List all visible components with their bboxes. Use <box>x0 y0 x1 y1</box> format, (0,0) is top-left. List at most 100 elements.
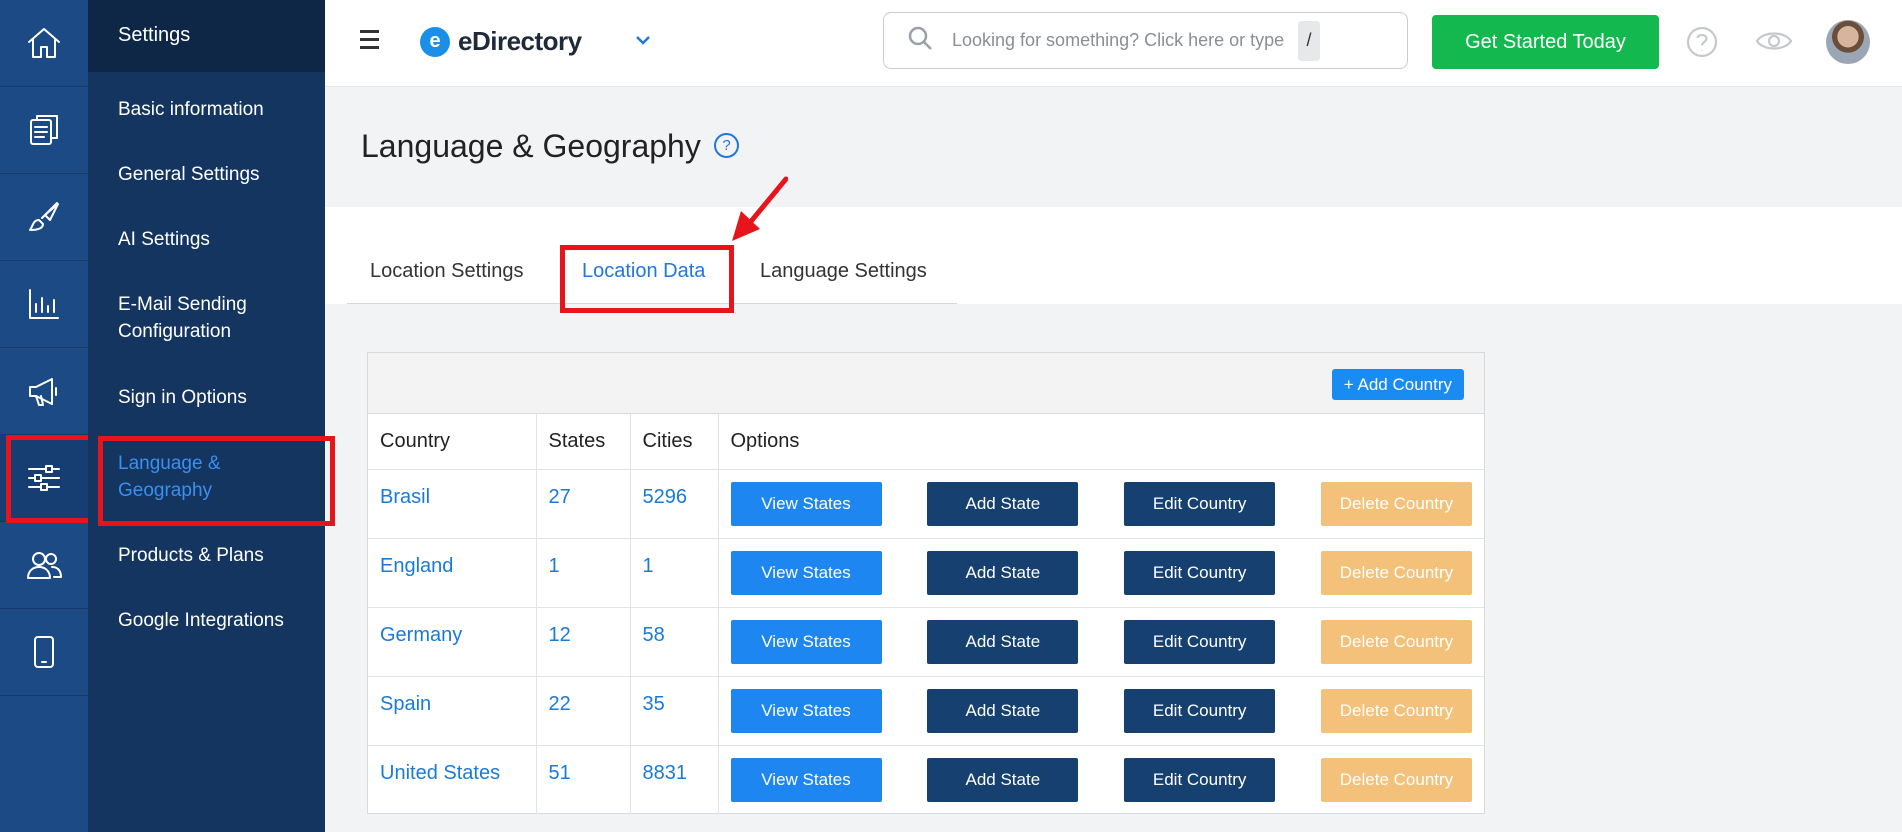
sidebar-item-general-settings[interactable]: General Settings <box>88 161 325 188</box>
delete-country-button[interactable]: Delete Country <box>1320 757 1472 802</box>
search-shortcut-key: / <box>1298 20 1320 61</box>
icon-rail <box>0 0 95 832</box>
rail-item-reports[interactable] <box>0 261 88 348</box>
sidebar-item-sign-in-options[interactable]: Sign in Options <box>88 384 325 411</box>
add-state-button[interactable]: Add State <box>927 757 1079 802</box>
options-cell: View States Add State Edit Country Delet… <box>718 469 1484 539</box>
documents-icon <box>30 115 58 145</box>
rail-item-design[interactable] <box>0 174 88 261</box>
delete-country-button[interactable]: Delete Country <box>1320 481 1472 526</box>
delete-country-button[interactable]: Delete Country <box>1320 619 1472 664</box>
page-help-icon[interactable]: ? <box>714 133 739 158</box>
states-count-link[interactable]: 27 <box>536 469 631 539</box>
tab-language-settings[interactable]: Language Settings <box>760 260 927 283</box>
column-header-country: Country <box>368 414 537 470</box>
country-name-link[interactable]: Brasil <box>368 469 537 539</box>
sidebar-item-google-integrations[interactable]: Google Integrations <box>88 607 325 634</box>
table-row: Brasil 27 5296 View States Add State Edi… <box>368 469 1484 539</box>
brush-icon <box>29 202 59 231</box>
cities-count-link[interactable]: 35 <box>630 676 719 746</box>
country-name-link[interactable]: Germany <box>368 607 537 677</box>
tab-location-settings[interactable]: Location Settings <box>370 260 523 283</box>
country-name-link[interactable]: Spain <box>368 676 537 746</box>
delete-country-button[interactable]: Delete Country <box>1320 688 1472 733</box>
delete-country-button[interactable]: Delete Country <box>1320 550 1472 595</box>
table-row: England 1 1 View States Add State Edit C… <box>368 538 1484 608</box>
view-states-button[interactable]: View States <box>730 481 882 526</box>
add-state-button[interactable]: Add State <box>927 481 1079 526</box>
table-row: United States 51 8831 View States Add St… <box>368 745 1484 814</box>
view-states-button[interactable]: View States <box>730 619 882 664</box>
column-header-states: States <box>536 414 631 470</box>
table-header-row: Country States Cities Options <box>368 414 1484 470</box>
edit-country-button[interactable]: Edit Country <box>1124 757 1276 802</box>
mobile-icon <box>34 636 54 668</box>
home-icon <box>28 28 60 58</box>
country-name-link[interactable]: United States <box>368 745 537 814</box>
sidebar-item-products-plans[interactable]: Products & Plans <box>88 542 325 569</box>
rail-item-promote[interactable] <box>0 348 88 435</box>
search-icon <box>906 24 934 57</box>
view-states-button[interactable]: View States <box>730 550 882 595</box>
logo-badge: e <box>420 26 450 57</box>
chart-icon <box>29 289 59 319</box>
edit-country-button[interactable]: Edit Country <box>1124 619 1276 664</box>
cities-count-link[interactable]: 5296 <box>630 469 719 539</box>
preview-eye-icon[interactable] <box>1755 27 1793 60</box>
sidebar-item-email-sending[interactable]: E-Mail Sending Configuration <box>88 291 288 345</box>
logo-text: eDirectory <box>458 26 582 56</box>
states-count-link[interactable]: 1 <box>536 538 631 608</box>
cities-count-link[interactable]: 1 <box>630 538 719 608</box>
user-avatar[interactable] <box>1826 20 1870 64</box>
table-row: Spain 22 35 View States Add State Edit C… <box>368 676 1484 746</box>
sidebar-item-language-geography[interactable]: Language & Geography <box>88 436 335 526</box>
rail-item-mobile[interactable] <box>0 609 88 696</box>
top-bar: e eDirectory / Get Started Today <box>325 0 1902 87</box>
states-count-link[interactable]: 22 <box>536 676 631 746</box>
options-cell: View States Add State Edit Country Delet… <box>718 538 1484 608</box>
annotation-arrow-icon <box>732 176 788 241</box>
cities-count-link[interactable]: 8831 <box>630 745 719 814</box>
edit-country-button[interactable]: Edit Country <box>1124 550 1276 595</box>
column-header-cities: Cities <box>630 414 719 470</box>
options-cell: View States Add State Edit Country Delet… <box>718 745 1484 814</box>
states-count-link[interactable]: 12 <box>536 607 631 677</box>
countries-table: Country States Cities Options Brasil 27 … <box>368 414 1484 814</box>
site-switcher-chevron-down-icon[interactable] <box>633 30 653 55</box>
menu-icon[interactable] <box>360 30 382 52</box>
add-country-button[interactable]: + Add Country <box>1331 369 1464 400</box>
edit-country-button[interactable]: Edit Country <box>1124 688 1276 733</box>
get-started-button[interactable]: Get Started Today <box>1432 15 1659 69</box>
table-row: Germany 12 58 View States Add State Edit… <box>368 607 1484 677</box>
rail-item-settings[interactable] <box>0 435 95 523</box>
column-header-options: Options <box>718 414 1484 470</box>
rail-item-content[interactable] <box>0 87 88 174</box>
states-count-link[interactable]: 51 <box>536 745 631 814</box>
view-states-button[interactable]: View States <box>730 757 882 802</box>
add-state-button[interactable]: Add State <box>927 550 1079 595</box>
card-toolbar: + Add Country <box>368 353 1484 414</box>
users-icon <box>27 552 62 579</box>
add-state-button[interactable]: Add State <box>927 688 1079 733</box>
sidebar-header: Settings <box>88 0 325 72</box>
logo[interactable]: e eDirectory <box>420 26 582 57</box>
search-bar[interactable]: / <box>883 12 1408 69</box>
options-cell: View States Add State Edit Country Delet… <box>718 607 1484 677</box>
sliders-icon <box>28 465 60 491</box>
rail-item-users[interactable] <box>0 522 88 609</box>
view-states-button[interactable]: View States <box>730 688 882 733</box>
options-cell: View States Add State Edit Country Delet… <box>718 676 1484 746</box>
search-input[interactable] <box>952 30 1292 51</box>
megaphone-icon <box>29 378 57 406</box>
settings-sidebar: Settings Basic information General Setti… <box>88 0 335 832</box>
edit-country-button[interactable]: Edit Country <box>1124 481 1276 526</box>
cities-count-link[interactable]: 58 <box>630 607 719 677</box>
location-data-card: + Add Country Country States Cities Opti… <box>367 352 1485 814</box>
add-state-button[interactable]: Add State <box>927 619 1079 664</box>
sidebar-item-basic-information[interactable]: Basic information <box>88 96 325 123</box>
sidebar-item-ai-settings[interactable]: AI Settings <box>88 226 325 253</box>
help-icon[interactable] <box>1685 25 1719 64</box>
rail-item-home[interactable] <box>0 0 88 87</box>
page-title: Language & Geography <box>361 128 701 164</box>
country-name-link[interactable]: England <box>368 538 537 608</box>
